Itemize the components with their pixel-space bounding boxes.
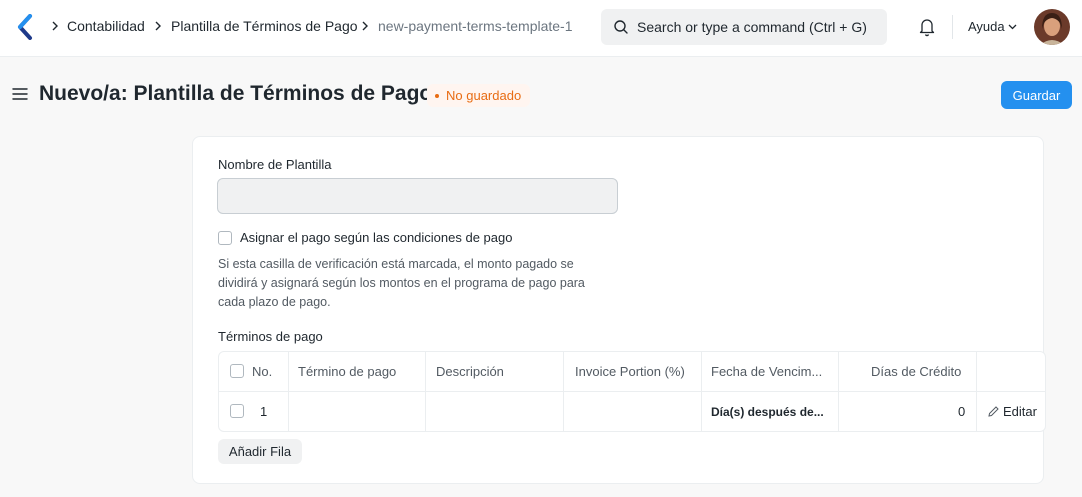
template-name-label: Nombre de Plantilla — [218, 157, 332, 172]
app-logo[interactable] — [16, 14, 34, 40]
cell-credit-days[interactable]: 0 — [958, 404, 965, 419]
column-divider — [563, 352, 564, 431]
search-placeholder: Search or type a command (Ctrl + G) — [637, 19, 867, 35]
column-divider — [701, 352, 702, 431]
sidebar-toggle-icon[interactable] — [12, 87, 28, 101]
allocate-payment-checkbox[interactable] — [218, 231, 232, 245]
column-header-no: No. — [252, 364, 273, 379]
status-badge-label: No guardado — [446, 88, 522, 103]
row-select-checkbox[interactable] — [230, 404, 244, 418]
pencil-icon[interactable] — [988, 406, 999, 417]
top-navbar: Contabilidad Plantilla de Términos de Pa… — [0, 0, 1082, 57]
edit-row-button[interactable]: Editar — [1003, 404, 1037, 419]
column-divider — [838, 352, 839, 431]
cell-due-date[interactable]: Día(s) después de... — [711, 405, 824, 419]
page-title: Nuevo/a: Plantilla de Términos de Pago — [39, 82, 433, 105]
allocate-payment-help: Si esta casilla de verificación está mar… — [218, 257, 585, 309]
search-icon — [614, 20, 628, 34]
column-header-invoice-portion: Invoice Portion (%) — [575, 364, 685, 379]
breadcrumb-contabilidad[interactable]: Contabilidad — [67, 18, 145, 34]
status-badge: No guardado — [427, 84, 531, 107]
select-all-checkbox[interactable] — [230, 364, 244, 378]
allocate-payment-label[interactable]: Asignar el pago según las condiciones de… — [240, 230, 512, 245]
breadcrumb-current[interactable]: new-payment-terms-template-1 — [378, 18, 573, 34]
add-row-button[interactable]: Añadir Fila — [218, 439, 302, 464]
column-header-payment-term: Término de pago — [298, 364, 397, 379]
chevron-right-icon — [155, 21, 161, 31]
column-divider — [288, 352, 289, 431]
breadcrumb-doctype[interactable]: Plantilla de Términos de Pago — [171, 18, 358, 34]
column-header-description: Descripción — [436, 364, 504, 379]
chevron-down-icon[interactable] — [1008, 23, 1017, 31]
status-dot-icon — [435, 93, 439, 98]
navbar-divider — [952, 15, 953, 39]
search-bar[interactable]: Search or type a command (Ctrl + G) — [601, 9, 887, 45]
avatar[interactable] — [1034, 9, 1070, 45]
row-number: 1 — [260, 404, 268, 419]
table-divider — [219, 391, 1045, 392]
column-header-credit-days: Días de Crédito — [871, 364, 962, 379]
payment-terms-table: No. Término de pago Descripción Invoice … — [218, 351, 1046, 432]
help-menu[interactable]: Ayuda — [968, 19, 1005, 34]
template-name-field[interactable] — [217, 178, 618, 214]
bell-icon[interactable] — [918, 17, 936, 37]
column-divider — [976, 352, 977, 431]
column-divider — [425, 352, 426, 431]
column-header-due-date: Fecha de Vencim... — [711, 364, 823, 379]
payment-terms-label: Términos de pago — [218, 329, 323, 344]
chevron-right-icon — [52, 21, 58, 31]
save-button[interactable]: Guardar — [1001, 81, 1072, 109]
chevron-right-icon — [362, 21, 368, 31]
